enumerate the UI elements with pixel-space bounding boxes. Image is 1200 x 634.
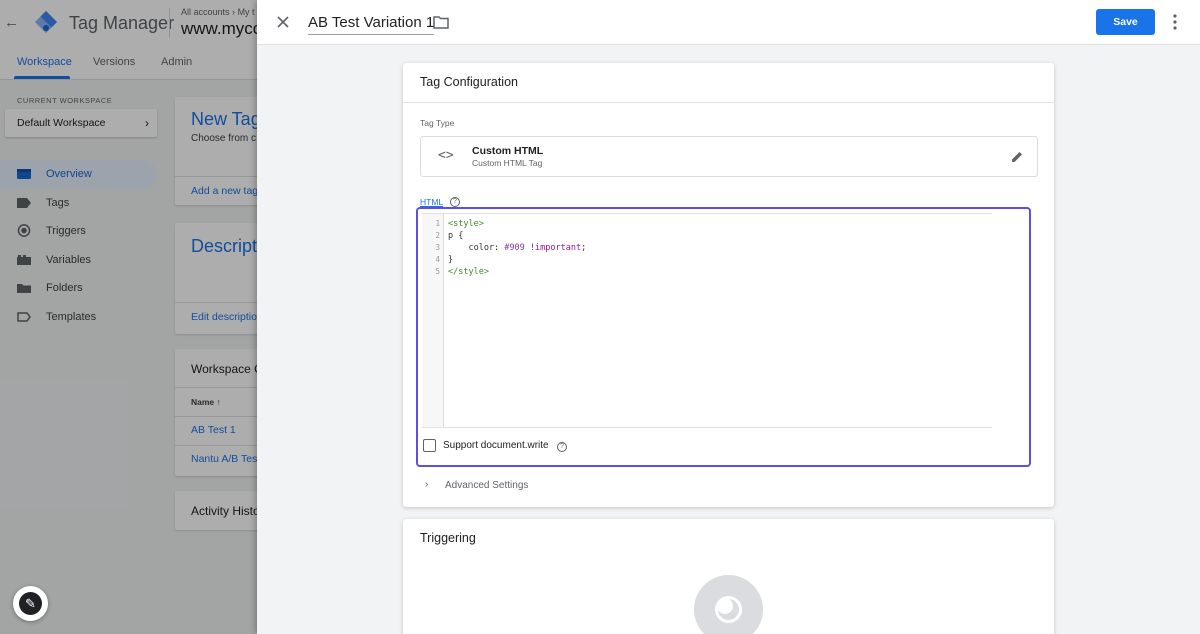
code-line: color: #909 !important; (448, 243, 587, 253)
code-icon: <> (438, 148, 454, 163)
edit-pencil-icon[interactable] (1010, 150, 1024, 164)
tag-type-name: Custom HTML (472, 145, 544, 157)
save-button[interactable]: Save (1096, 9, 1155, 35)
line-number: 2 (435, 231, 440, 240)
panel-header: AB Test Variation 1 Save (257, 0, 1200, 45)
html-code-editor[interactable]: 1 2 3 4 5 <style> p { color: #909 !impor… (422, 213, 992, 428)
line-number: 3 (435, 243, 440, 252)
card-divider (403, 102, 1054, 103)
tag-editor-panel: AB Test Variation 1 Save Tag Configurati… (257, 0, 1200, 634)
tag-configuration-title: Tag Configuration (420, 75, 518, 89)
code-line: p { (448, 231, 464, 241)
code-line: <style> (448, 219, 484, 229)
add-trigger-button[interactable] (694, 575, 763, 634)
line-number: 1 (435, 219, 440, 228)
line-number: 5 (435, 267, 440, 276)
brush-icon: ✎ (19, 592, 42, 615)
html-field-label[interactable]: HTML (420, 197, 443, 207)
more-vert-icon[interactable] (1167, 13, 1183, 31)
triggering-title: Triggering (420, 531, 476, 545)
advanced-settings-toggle[interactable]: Advanced Settings (445, 480, 528, 491)
line-number-gutter: 1 2 3 4 5 (422, 214, 444, 427)
support-document-write-label[interactable]: Support document.write (443, 440, 549, 451)
line-number: 4 (435, 255, 440, 264)
triggering-card: Triggering (403, 519, 1054, 634)
tag-name-input[interactable]: AB Test Variation 1 (308, 14, 435, 35)
folder-icon[interactable] (433, 15, 449, 29)
tag-configuration-card: Tag Configuration Tag Type <> Custom HTM… (403, 63, 1054, 507)
close-icon[interactable] (275, 14, 291, 30)
tag-type-description: Custom HTML Tag (472, 158, 543, 168)
chevron-right-icon[interactable]: › (425, 479, 428, 490)
trigger-icon (715, 596, 742, 623)
help-icon[interactable]: ? (450, 197, 460, 207)
support-document-write-checkbox[interactable] (423, 439, 436, 452)
code-line: </style> (448, 267, 489, 277)
code-line: } (448, 255, 454, 265)
tag-type-label: Tag Type (420, 118, 455, 128)
tag-type-selector[interactable]: <> Custom HTML Custom HTML Tag (420, 136, 1038, 177)
help-icon[interactable]: ? (557, 442, 567, 452)
assistant-fab[interactable]: ✎ (13, 586, 48, 621)
html-editor-focus-ring: 1 2 3 4 5 <style> p { color: #909 !impor… (416, 207, 1031, 467)
